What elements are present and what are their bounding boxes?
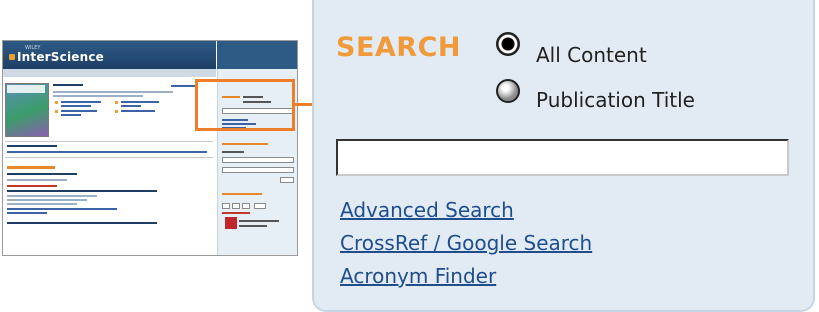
library-logo-icon [225,217,237,229]
logo-icon [9,54,15,60]
zoom-highlight-box [195,79,295,131]
radio-publication-title-label[interactable]: Publication Title [536,88,695,112]
thumbnail-breadcrumb [3,69,216,77]
crossref-google-search-link[interactable]: CrossRef / Google Search [340,231,592,255]
advanced-search-link[interactable]: Advanced Search [340,198,514,222]
acronym-finder-link[interactable]: Acronym Finder [340,264,496,288]
journal-cover-title [7,85,45,93]
radio-all-content[interactable] [496,32,520,56]
search-panel: SEARCH All Content Publication Title Adv… [312,0,815,312]
radio-publication-title[interactable] [496,79,520,103]
radio-all-content-label[interactable]: All Content [536,43,647,67]
zoom-connector-line [295,103,312,106]
thumbnail-header: WILEY InterScience [3,41,216,69]
search-input[interactable] [336,139,789,176]
page-thumbnail: WILEY InterScience [2,40,298,256]
thumbnail-top-nav [217,41,297,69]
thumbnail-logo: InterScience [17,50,105,64]
search-title: SEARCH [336,32,461,63]
